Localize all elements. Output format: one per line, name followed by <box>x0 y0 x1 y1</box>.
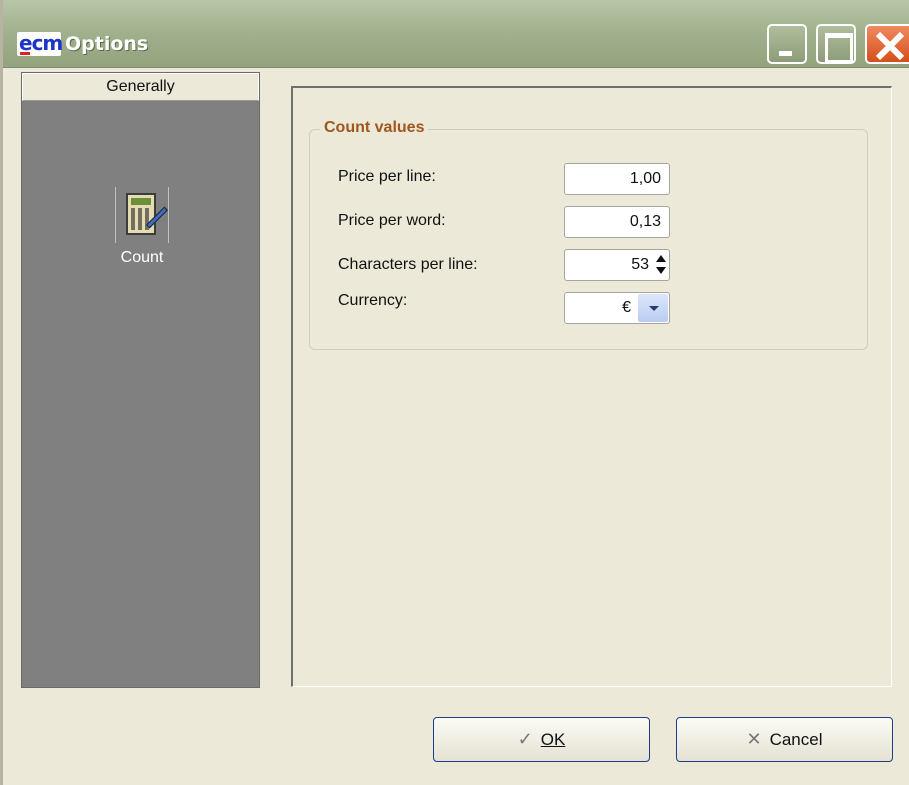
maximize-button[interactable] <box>816 24 856 64</box>
content-panel: Count values Price per line: 1,00 Price … <box>291 86 892 687</box>
options-window: ecm Options Generally Count Count values… <box>0 0 909 785</box>
currency-select[interactable]: € <box>564 292 670 324</box>
calculator-icon <box>115 187 169 243</box>
characters-per-line-label: Characters per line: <box>338 256 478 273</box>
spin-buttons[interactable] <box>654 251 668 279</box>
group-title: Count values <box>320 119 429 137</box>
characters-per-line-value: 53 <box>631 256 649 273</box>
nav-header-generally[interactable]: Generally <box>22 73 259 101</box>
app-logo: ecm <box>17 32 63 56</box>
chevron-down-icon[interactable] <box>638 294 668 322</box>
currency-value: € <box>622 299 631 316</box>
cancel-button[interactable]: ✕ Cancel <box>676 717 893 762</box>
logo-mark-icon <box>20 52 30 55</box>
price-per-word-input[interactable]: 0,13 <box>564 206 670 238</box>
characters-per-line-stepper[interactable]: 53 <box>564 249 670 281</box>
minimize-button[interactable] <box>767 24 807 64</box>
window-title: Options <box>65 33 149 55</box>
ok-label: OK <box>540 730 566 749</box>
ok-button[interactable]: ✓ OK <box>433 717 650 762</box>
cancel-x-icon: ✕ <box>746 729 762 749</box>
nav-item-count[interactable]: Count <box>112 187 172 267</box>
nav-item-label: Count <box>120 249 164 266</box>
price-per-word-label: Price per word: <box>338 212 446 229</box>
price-per-line-input[interactable]: 1,00 <box>564 163 670 195</box>
calculator-screen <box>131 198 151 205</box>
nav-panel: Generally Count <box>21 72 260 688</box>
price-per-line-label: Price per line: <box>338 168 436 185</box>
title-bar[interactable]: ecm Options <box>3 0 909 68</box>
currency-label: Currency: <box>338 292 408 309</box>
close-button[interactable] <box>865 24 909 64</box>
checkmark-icon: ✓ <box>517 729 533 749</box>
calculator-body <box>126 193 156 235</box>
count-values-group: Count values Price per line: 1,00 Price … <box>309 119 868 350</box>
spin-down-icon[interactable] <box>656 267 666 274</box>
spin-up-icon[interactable] <box>656 255 666 262</box>
cancel-label: Cancel <box>769 730 823 749</box>
